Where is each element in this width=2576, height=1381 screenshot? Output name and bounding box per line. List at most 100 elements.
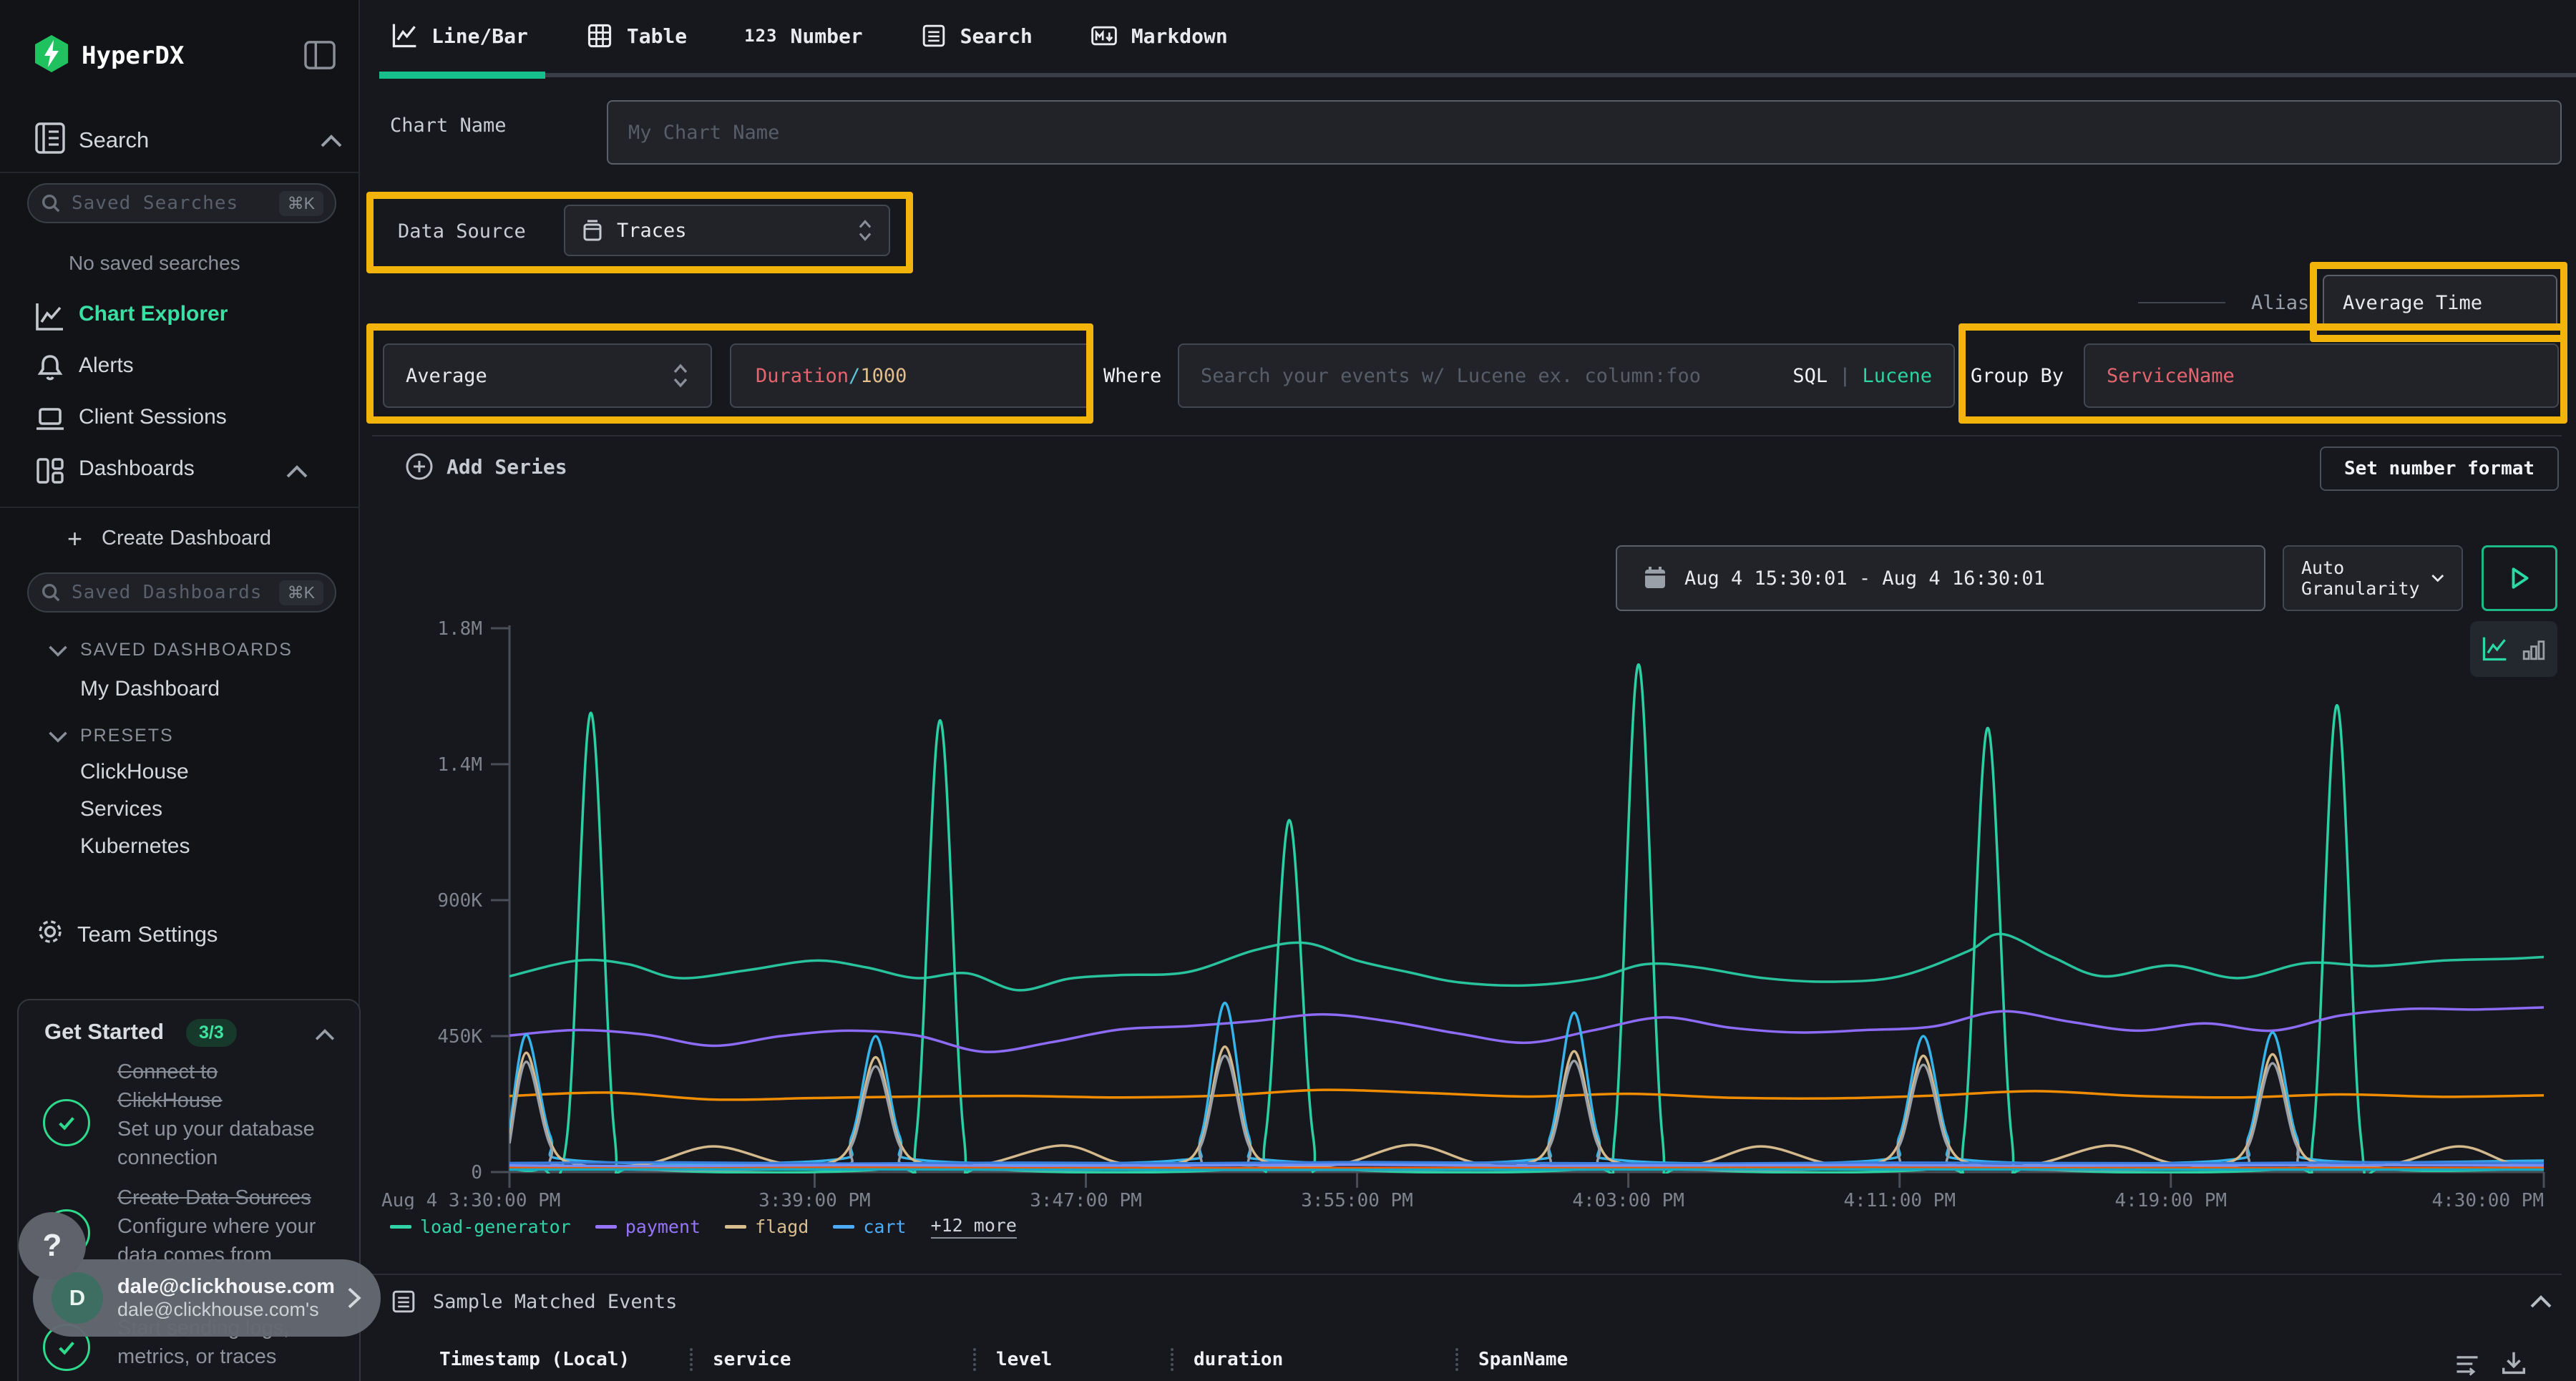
sample-events-header[interactable]: Sample Matched Events xyxy=(390,1288,677,1315)
chart-series xyxy=(509,1090,2544,1100)
user-profile-button[interactable]: D dale@clickhouse.com dale@clickhouse.co… xyxy=(33,1259,381,1337)
sidebar-item-client-sessions[interactable]: Client Sessions xyxy=(0,399,360,442)
legend-item[interactable]: flagd xyxy=(725,1216,809,1237)
sidebar-item-my-dashboard[interactable]: My Dashboard xyxy=(80,677,220,701)
download-icon[interactable] xyxy=(2499,1348,2529,1378)
field-expression-input[interactable]: Duration / 1000 xyxy=(730,343,1093,408)
svg-text:0: 0 xyxy=(471,1162,482,1184)
value-token: 1000 xyxy=(860,365,907,387)
chevron-up-icon[interactable] xyxy=(319,133,343,149)
chart-name-input-field[interactable] xyxy=(608,122,2560,144)
markdown-icon xyxy=(1090,21,1118,50)
alias-input[interactable]: Average Time xyxy=(2323,275,2557,331)
divider xyxy=(0,172,360,173)
chart-series xyxy=(509,1055,2544,1170)
plus-icon: + xyxy=(67,524,82,554)
date-range-input[interactable]: Aug 4 15:30:01 - Aug 4 16:30:01 xyxy=(1616,545,2265,611)
column-header[interactable]: level xyxy=(996,1349,1171,1370)
get-started-item[interactable]: Create Data Sources Configure where your… xyxy=(117,1184,316,1269)
create-dashboard-button[interactable]: + Create Dashboard xyxy=(0,521,360,564)
chart-series xyxy=(509,1162,2544,1163)
plus-circle-icon xyxy=(405,452,434,481)
legend-swatch xyxy=(595,1225,617,1229)
data-source-select[interactable]: Traces xyxy=(564,205,890,256)
sidebar-item-services[interactable]: Services xyxy=(80,797,162,821)
legend-item[interactable]: cart xyxy=(833,1216,906,1237)
tab-table[interactable]: Table xyxy=(585,21,687,50)
legend-item[interactable]: load-generator xyxy=(390,1216,571,1237)
saved-dashboards-section-label[interactable]: SAVED DASHBOARDS xyxy=(80,640,293,660)
tab-markdown[interactable]: Markdown xyxy=(1090,21,1228,50)
chevron-up-icon[interactable] xyxy=(313,1028,336,1042)
aggregation-select[interactable]: Average xyxy=(383,343,712,408)
sample-events-title: Sample Matched Events xyxy=(433,1291,677,1313)
chevron-up-icon[interactable] xyxy=(285,464,309,479)
wrap-lines-icon[interactable] xyxy=(2453,1350,2482,1378)
sidebar-item-team-settings[interactable]: Team Settings xyxy=(77,922,218,947)
column-header[interactable]: service xyxy=(713,1349,973,1370)
column-resize-handle[interactable] xyxy=(973,1348,976,1371)
chevron-up-icon[interactable] xyxy=(2529,1294,2553,1309)
set-number-format-button[interactable]: Set number format xyxy=(2320,446,2559,491)
column-header[interactable]: duration xyxy=(1194,1349,1455,1370)
chevron-down-icon[interactable] xyxy=(47,644,69,658)
hyperdx-logo-icon xyxy=(33,34,70,73)
where-input[interactable]: SQL | Lucene xyxy=(1178,343,1955,408)
svg-text:900K: 900K xyxy=(437,890,482,912)
get-started-title: Get Started xyxy=(44,1019,164,1045)
collapse-sidebar-icon[interactable] xyxy=(303,40,336,70)
aggregation-value: Average xyxy=(406,365,487,387)
chevron-right-icon xyxy=(346,1286,362,1310)
number-123-icon: 123 xyxy=(744,26,777,46)
granularity-select[interactable]: Auto Granularity xyxy=(2283,545,2463,611)
line-chart-icon xyxy=(34,301,66,332)
gear-icon xyxy=(34,916,66,947)
saved-dashboards-input[interactable]: Saved Dashboards ⌘K xyxy=(27,572,336,613)
alias-connector-line xyxy=(2138,302,2225,303)
svg-text:3:47:00 PM: 3:47:00 PM xyxy=(1030,1190,1142,1209)
column-header[interactable]: Timestamp (Local) xyxy=(439,1349,690,1370)
column-header[interactable]: SpanName xyxy=(1478,1349,2409,1370)
where-input-field[interactable] xyxy=(1201,365,1792,387)
timeseries-chart[interactable]: 0450K900K1.4M1.8MAug 4 3:30:00 PM3:39:00… xyxy=(379,615,2562,1209)
no-saved-searches-text: No saved searches xyxy=(69,252,240,275)
group-by-input[interactable]: ServiceName xyxy=(2084,343,2559,408)
help-button[interactable]: ? xyxy=(19,1212,86,1279)
chart-series xyxy=(509,1047,2544,1167)
presets-section-label[interactable]: PRESETS xyxy=(80,726,174,746)
sidebar-item-chart-explorer[interactable]: Chart Explorer xyxy=(0,296,360,339)
database-icon xyxy=(581,218,604,243)
column-resize-handle[interactable] xyxy=(1455,1348,1458,1371)
legend-swatch xyxy=(833,1225,854,1229)
run-query-button[interactable] xyxy=(2482,545,2557,611)
legend-more-link[interactable]: +12 more xyxy=(931,1215,1017,1239)
tab-number[interactable]: 123 Number xyxy=(744,24,863,48)
column-resize-handle[interactable] xyxy=(690,1348,693,1371)
svg-text:1.8M: 1.8M xyxy=(437,618,482,640)
field-token: Duration xyxy=(756,365,849,387)
chart-name-input[interactable] xyxy=(607,100,2562,165)
lucene-toggle[interactable]: Lucene xyxy=(1862,365,1932,387)
list-icon xyxy=(920,22,947,49)
column-resize-handle[interactable] xyxy=(1171,1348,1174,1371)
get-started-item[interactable]: Connect to ClickHouse Set up your databa… xyxy=(117,1058,315,1172)
bell-icon xyxy=(34,352,66,384)
sidebar-item-dashboards[interactable]: Dashboards xyxy=(0,451,360,494)
sidebar-item-clickhouse[interactable]: ClickHouse xyxy=(80,760,189,784)
events-table-header: Timestamp (Local) service level duration Spa… xyxy=(439,1348,2409,1371)
sidebar-section-search[interactable]: Search xyxy=(79,127,149,153)
sidebar-item-alerts[interactable]: Alerts xyxy=(0,348,360,391)
table-icon xyxy=(585,21,614,50)
divider xyxy=(372,1274,2562,1275)
add-series-button[interactable]: Add Series xyxy=(405,452,567,481)
saved-searches-input[interactable]: Saved Searches ⌘K xyxy=(27,183,336,223)
data-source-label: Data Source xyxy=(398,220,526,243)
sidebar-item-kubernetes[interactable]: Kubernetes xyxy=(80,834,190,859)
tab-search[interactable]: Search xyxy=(920,22,1033,49)
sql-toggle[interactable]: SQL xyxy=(1792,365,1828,387)
chevron-down-icon[interactable] xyxy=(47,730,69,744)
tab-line-bar[interactable]: Line/Bar xyxy=(390,21,528,50)
chart-name-label: Chart Name xyxy=(390,114,507,137)
logo-text: HyperDX xyxy=(82,42,184,70)
legend-item[interactable]: payment xyxy=(595,1216,701,1237)
